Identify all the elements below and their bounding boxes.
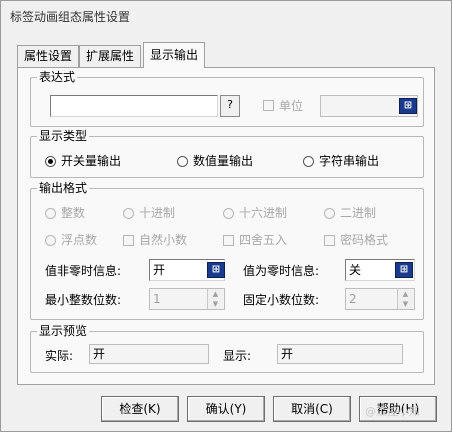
radio-binary[interactable] (324, 208, 335, 219)
fixed-decimal-digits-spinner[interactable]: ▲ ▼ (397, 289, 413, 309)
spin-down-icon[interactable]: ▼ (398, 299, 413, 309)
radio-switch-output[interactable] (45, 156, 56, 167)
unit-label: 单位 (279, 99, 304, 113)
preview-display-label: 显示: (223, 349, 252, 363)
output-format-group: 输出格式 整数 十进制 十六进制 二进制 浮点数 自然小数 四舍五入 密码格式 … (30, 181, 424, 320)
preview-actual-value: 开 (89, 344, 209, 364)
expression-query-button[interactable]: ? (220, 95, 240, 117)
output-format-group-title: 输出格式 (37, 181, 90, 195)
preview-actual-label: 实际: (45, 349, 74, 363)
radio-integer[interactable] (45, 208, 56, 219)
spin-down-icon[interactable]: ▼ (208, 299, 223, 309)
checkbox-natural-decimal[interactable] (123, 235, 134, 246)
nonzero-info-label: 值非零时信息: (45, 264, 122, 278)
radio-decimal[interactable] (123, 208, 134, 219)
display-type-group-title: 显示类型 (37, 129, 90, 143)
checkbox-rounding[interactable] (223, 235, 234, 246)
spin-up-icon[interactable]: ▲ (398, 289, 413, 299)
radio-float[interactable] (45, 235, 56, 246)
check-button[interactable]: 检查(K) (101, 396, 179, 422)
zero-info-label: 值为零时信息: (243, 264, 320, 278)
checkbox-password-format-label: 密码格式 (340, 233, 389, 247)
tab-extended-properties[interactable]: 扩展属性 (79, 45, 142, 67)
preview-group-title: 显示预览 (37, 324, 90, 338)
radio-float-label: 浮点数 (61, 233, 98, 247)
checkbox-natural-decimal-label: 自然小数 (139, 233, 188, 247)
preview-display-value: 开 (277, 344, 403, 364)
expression-group: 表达式 ? 单位 ⊞ (30, 70, 424, 127)
zero-table-picker-icon[interactable]: ⊞ (395, 262, 413, 278)
expression-group-title: 表达式 (37, 70, 78, 84)
radio-numeric-output[interactable] (177, 156, 188, 167)
spin-up-icon[interactable]: ▲ (208, 289, 223, 299)
nonzero-table-picker-icon[interactable]: ⊞ (207, 262, 225, 278)
radio-binary-label: 二进制 (340, 206, 377, 220)
radio-string-output-label: 字符串输出 (319, 154, 380, 168)
window-title: 标签动画组态属性设置 (10, 10, 131, 24)
cancel-button[interactable]: 取消(C) (273, 396, 351, 422)
watermark: @工控小知 (365, 405, 420, 418)
preview-group: 显示预览 实际: 开 显示: 开 (30, 324, 424, 373)
tab-property-settings[interactable]: 属性设置 (17, 45, 80, 67)
table-picker-icon[interactable]: ⊞ (399, 98, 417, 114)
display-type-group: 显示类型 开关量输出 数值量输出 字符串输出 (30, 129, 424, 178)
tab-display-output[interactable]: 显示输出 (143, 42, 206, 68)
checkbox-password-format[interactable] (324, 235, 335, 246)
radio-integer-label: 整数 (61, 206, 86, 220)
expression-input[interactable] (50, 95, 218, 117)
radio-decimal-label: 十进制 (139, 206, 176, 220)
radio-hex[interactable] (223, 208, 234, 219)
dialog-window: 标签动画组态属性设置 属性设置 扩展属性 显示输出 表达式 ? 单位 ⊞ 显示类… (0, 0, 452, 432)
checkbox-rounding-label: 四舍五入 (239, 233, 288, 247)
radio-string-output[interactable] (303, 156, 314, 167)
unit-checkbox[interactable] (263, 100, 274, 111)
radio-numeric-output-label: 数值量输出 (193, 154, 254, 168)
min-integer-digits-label: 最小整数位数: (45, 293, 122, 307)
confirm-button[interactable]: 确认(Y) (187, 396, 265, 422)
tab-panel: 表达式 ? 单位 ⊞ 显示类型 开关量输出 数值量输出 字符串输出 输出格式 整… (17, 67, 435, 385)
fixed-decimal-digits-label: 固定小数位数: (243, 293, 320, 307)
radio-hex-label: 十六进制 (239, 206, 288, 220)
radio-switch-output-label: 开关量输出 (61, 154, 122, 168)
min-integer-digits-spinner[interactable]: ▲ ▼ (207, 289, 223, 309)
